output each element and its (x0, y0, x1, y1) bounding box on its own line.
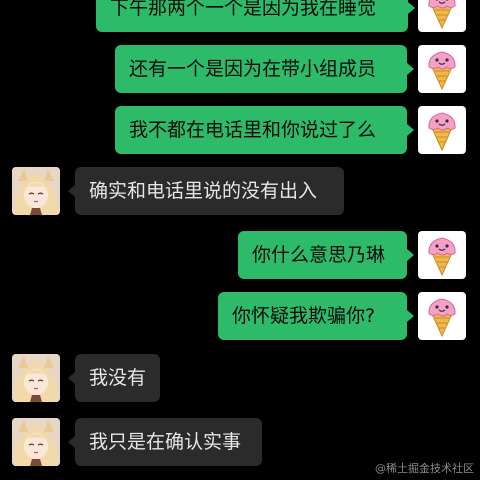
anime-girl-avatar[interactable] (12, 167, 60, 215)
message-bubble-received[interactable]: 我只是在确认实事 (75, 418, 262, 466)
ice-cream-cone-icon[interactable] (418, 0, 466, 32)
message-bubble-received[interactable]: 我没有 (75, 354, 160, 402)
ice-cream-cone-icon[interactable] (418, 45, 466, 93)
watermark: @稀土掘金技术社区 (375, 462, 474, 475)
ice-cream-cone-icon[interactable] (418, 231, 466, 279)
ice-cream-cone-icon[interactable] (418, 106, 466, 154)
bubble-tail (407, 310, 414, 322)
bubble-tail (407, 249, 414, 261)
bubble-tail (68, 185, 75, 197)
ice-cream-cone-icon[interactable] (418, 292, 466, 340)
message-bubble-received[interactable]: 确实和电话里说的没有出入 (75, 167, 344, 215)
anime-girl-avatar[interactable] (12, 354, 60, 402)
message-bubble-sent[interactable]: 我不都在电话里和你说过了么 (115, 106, 407, 154)
bubble-tail (407, 63, 414, 75)
bubble-tail (68, 436, 75, 448)
bubble-tail (68, 372, 75, 384)
message-bubble-sent[interactable]: 你怀疑我欺骗你? (218, 292, 407, 340)
bubble-tail (407, 124, 414, 136)
bubble-tail (408, 2, 415, 14)
message-bubble-sent[interactable]: 你什么意思乃琳 (238, 231, 407, 279)
message-bubble-sent[interactable]: 下午那两个一个是因为我在睡觉 (96, 0, 408, 32)
message-bubble-sent[interactable]: 还有一个是因为在带小组成员 (115, 45, 407, 93)
anime-girl-avatar[interactable] (12, 418, 60, 466)
